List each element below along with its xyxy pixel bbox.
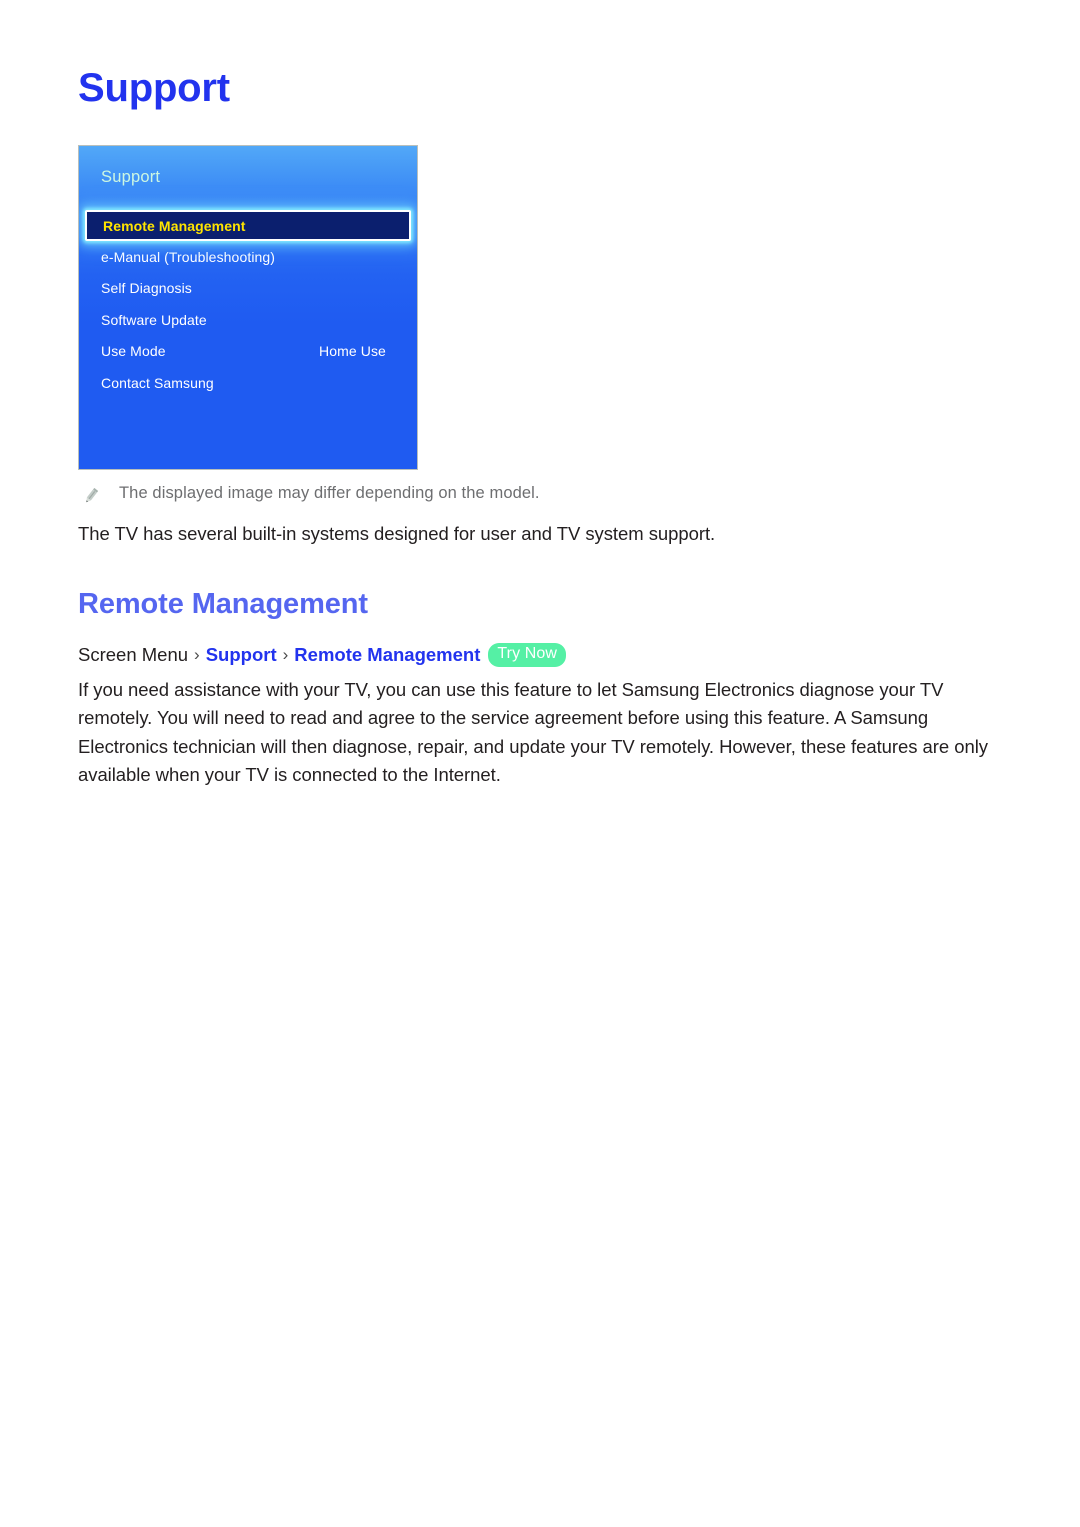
- breadcrumb: Screen Menu › Support › Remote Managemen…: [78, 643, 567, 667]
- breadcrumb-link-remote-management[interactable]: Remote Management: [294, 643, 480, 666]
- tv-menu-item-label: Use Mode: [101, 343, 166, 360]
- tv-menu-panel: Support Remote Management e-Manual (Trou…: [78, 145, 418, 470]
- tv-panel-header: Support: [101, 168, 161, 186]
- note-text: The displayed image may differ depending…: [119, 484, 540, 502]
- tv-menu-item-label: Software Update: [101, 311, 207, 328]
- tv-menu-item-e-manual[interactable]: e-Manual (Troubleshooting): [79, 241, 417, 273]
- tv-menu-item-use-mode[interactable]: Use Mode Home Use: [79, 336, 417, 368]
- tv-menu-item-label: Remote Management: [103, 217, 246, 234]
- tv-menu-item-contact-samsung[interactable]: Contact Samsung: [79, 367, 417, 399]
- section-title-remote-management: Remote Management: [78, 588, 368, 620]
- tv-menu-item-remote-management[interactable]: Remote Management: [85, 210, 411, 241]
- tv-menu-item-label: Self Diagnosis: [101, 280, 192, 297]
- tv-menu-item-label: Contact Samsung: [101, 374, 214, 391]
- tv-menu-item-label: e-Manual (Troubleshooting): [101, 248, 276, 265]
- tv-menu-list: Remote Management e-Manual (Troubleshoot…: [79, 210, 417, 399]
- breadcrumb-link-support[interactable]: Support: [206, 643, 277, 666]
- page-title: Support: [78, 66, 230, 110]
- document-page: Support Support Remote Management e-Manu…: [0, 0, 1080, 1527]
- try-now-badge[interactable]: Try Now: [488, 643, 567, 667]
- pencil-icon: [80, 485, 102, 507]
- tv-menu-item-software-update[interactable]: Software Update: [79, 304, 417, 336]
- breadcrumb-root: Screen Menu: [78, 644, 189, 666]
- note-line: The displayed image may differ depending…: [80, 484, 540, 507]
- intro-paragraph: The TV has several built-in systems desi…: [78, 523, 716, 544]
- chevron-right-icon: ›: [194, 645, 200, 665]
- tv-menu-item-self-diagnosis[interactable]: Self Diagnosis: [79, 273, 417, 305]
- tv-menu-item-value: Home Use: [319, 343, 386, 360]
- chevron-right-icon: ›: [282, 645, 289, 665]
- body-paragraph: If you need assistance with your TV, you…: [78, 679, 988, 785]
